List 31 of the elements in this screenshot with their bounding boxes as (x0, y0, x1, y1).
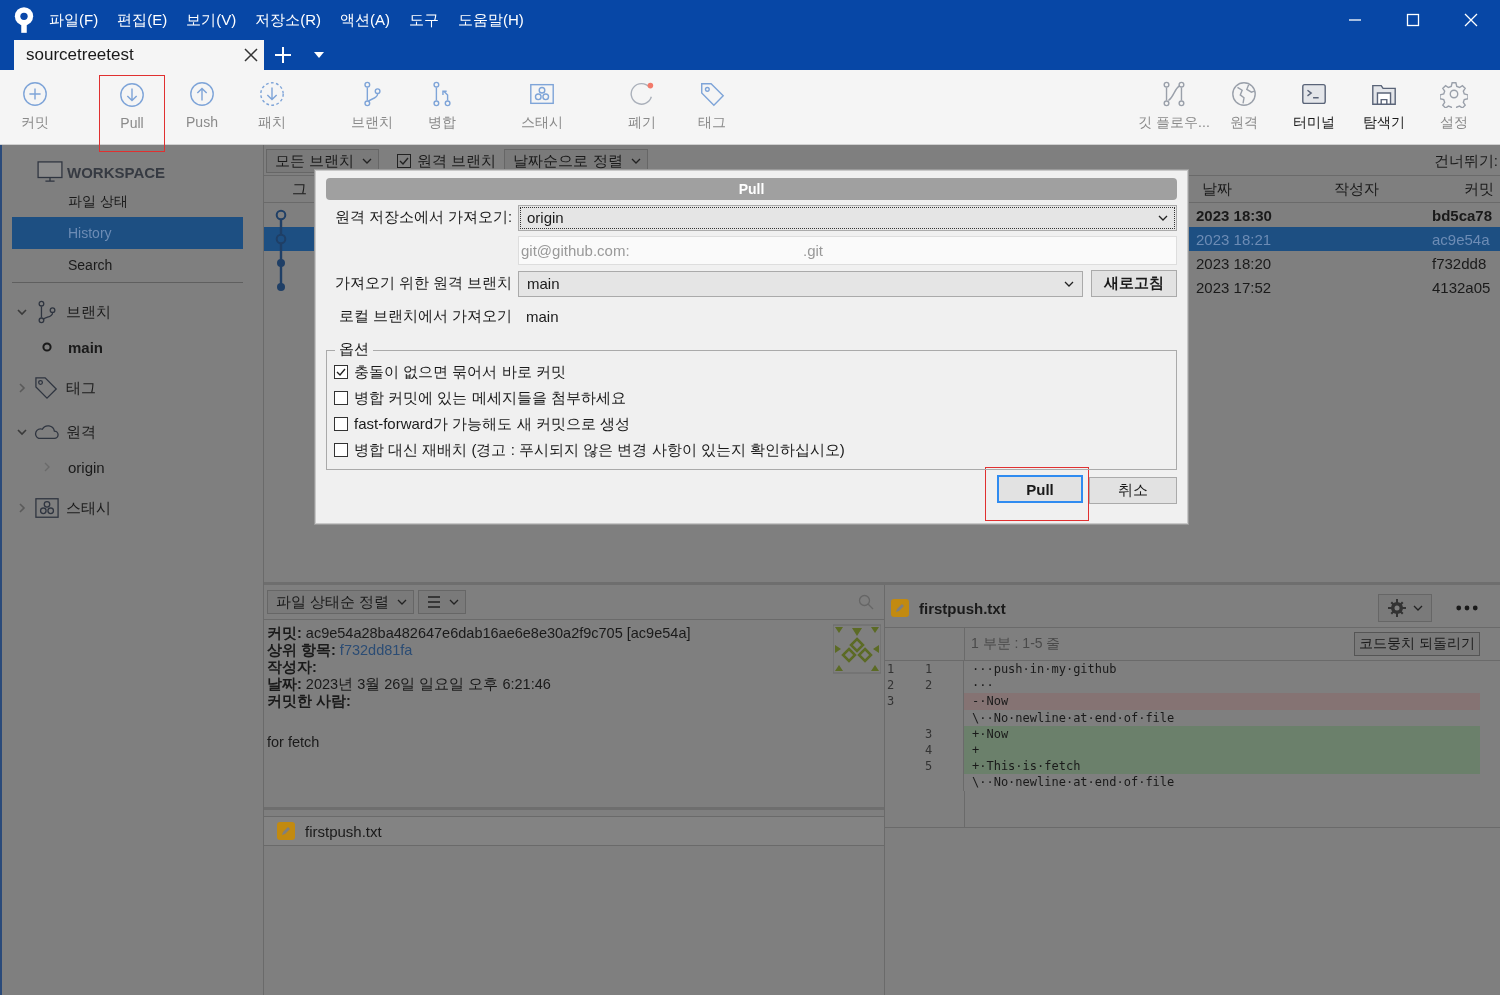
file-name: firstpush.txt (919, 599, 1006, 617)
diff-line: ···push·in·my·github (971, 661, 1118, 678)
option-label: 병합 대신 재배치 (경고 : 푸시되지 않은 변경 사항이 있는지 확인하십시오) (354, 440, 845, 460)
dialog-title: Pull (326, 178, 1177, 200)
field-value: 2023년 3월 26일 일요일 오후 6:21:46 (305, 676, 551, 692)
field-label: 원격 저장소에서 가져오기: (333, 208, 512, 227)
line-number: 2 (925, 677, 964, 694)
option-label: fast-forward가 가능해도 새 커밋으로 생성 (354, 414, 630, 434)
diff-line: ··· (971, 677, 995, 694)
skip-label: 건너뛰기: (1433, 151, 1498, 171)
field-label: 가져오기 위한 원격 브랜치 (333, 274, 512, 293)
field-label: 커밋한 사람: (267, 693, 351, 709)
field-value: main (526, 308, 559, 325)
field-value: ac9e54a28ba482647e6dab16ae6e8e30a2f9c705 [ac9e54a] (305, 625, 691, 641)
checkbox-label: 원격 브랜치 (417, 151, 497, 171)
diff-line: \··No·newline·at·end·of·file (971, 774, 1176, 791)
line-number: 1 (925, 661, 964, 678)
field-label: 날짜: (267, 676, 302, 692)
group-title: 옵션 (335, 340, 373, 359)
field-label: 상위 항목: (267, 642, 336, 658)
option-label: 병합 커밋에 있는 메세지들을 첨부하세요 (354, 388, 626, 408)
diff-line: \··No·newline·at·end·of·file (971, 709, 1176, 726)
line-number: 1 (886, 661, 896, 678)
line-number: 3 (886, 693, 896, 710)
workspace-heading: WORKSPACE (67, 163, 166, 181)
commit-message: for fetch (267, 734, 321, 750)
field-label: 로컬 브랜치에서 가져오기 (337, 307, 512, 326)
option-label: 충돌이 없으면 묶어서 바로 커밋 (354, 362, 566, 382)
line-number: 2 (886, 677, 896, 694)
field-label: 작성자: (267, 659, 317, 675)
field-label: 커밋: (267, 625, 302, 641)
